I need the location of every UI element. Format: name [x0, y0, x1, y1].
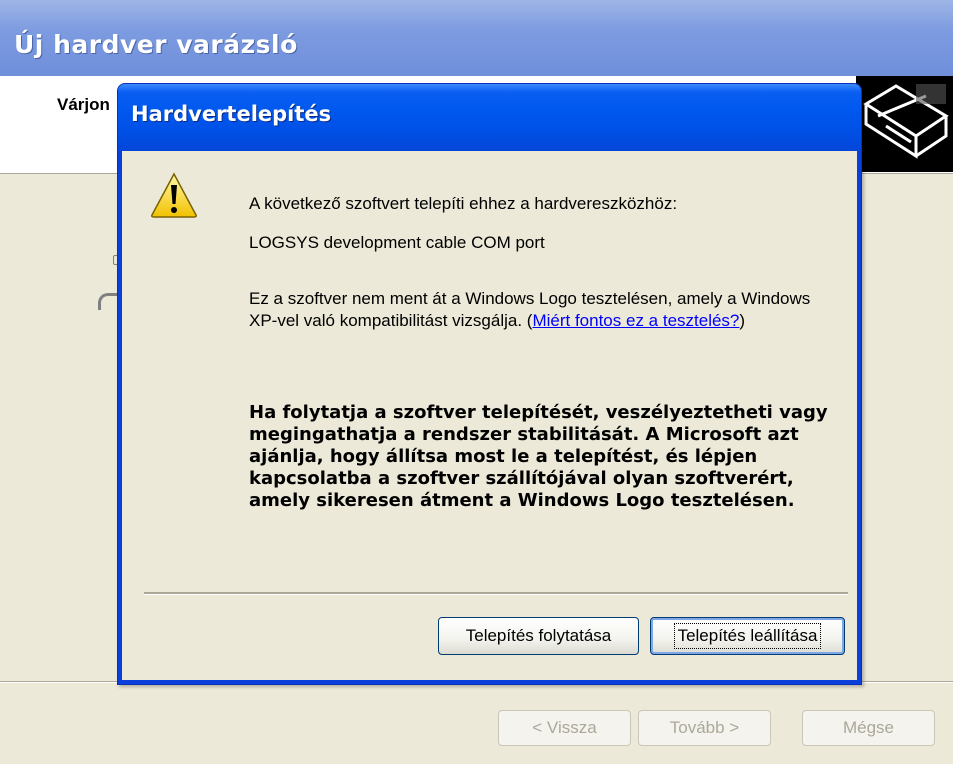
- hardware-installation-dialog: Hardvertelepítés A következő szoftvert t…: [117, 83, 862, 685]
- stop-installation-button[interactable]: Telepítés leállítása: [650, 617, 845, 655]
- why-testing-link[interactable]: Miért fontos ez a tesztelés?: [532, 311, 739, 330]
- wizard-titlebar: Új hardver varázsló: [0, 0, 953, 76]
- logo-testing-paragraph: Ez a szoftver nem ment át a Windows Logo…: [249, 288, 839, 332]
- dialog-title: Hardvertelepítés: [131, 102, 332, 126]
- wizard-option-fragment: [98, 293, 119, 310]
- install-intro-text: A következő szoftvert telepíti ehhez a h…: [249, 194, 678, 213]
- stop-installation-label: Telepítés leállítása: [673, 623, 822, 649]
- hardware-wizard-icon: [856, 76, 953, 172]
- wizard-title: Új hardver varázsló: [14, 30, 298, 59]
- dialog-separator: [144, 592, 848, 595]
- dialog-titlebar[interactable]: Hardvertelepítés: [118, 84, 861, 151]
- dialog-client-area: A következő szoftvert telepíti ehhez a h…: [122, 151, 857, 680]
- stability-warning-text: Ha folytatja a szoftver telepítését, ves…: [249, 402, 828, 511]
- device-name: LOGSYS development cable COM port: [249, 233, 545, 252]
- wizard-header-text: Várjon: [57, 95, 110, 114]
- back-button[interactable]: < Vissza: [498, 710, 631, 746]
- warning-icon: [150, 171, 198, 219]
- paragraph-close: ): [739, 311, 746, 330]
- cancel-button[interactable]: Mégse: [802, 710, 935, 746]
- next-button[interactable]: Tovább >: [638, 710, 771, 746]
- continue-installation-button[interactable]: Telepítés folytatása: [438, 617, 639, 655]
